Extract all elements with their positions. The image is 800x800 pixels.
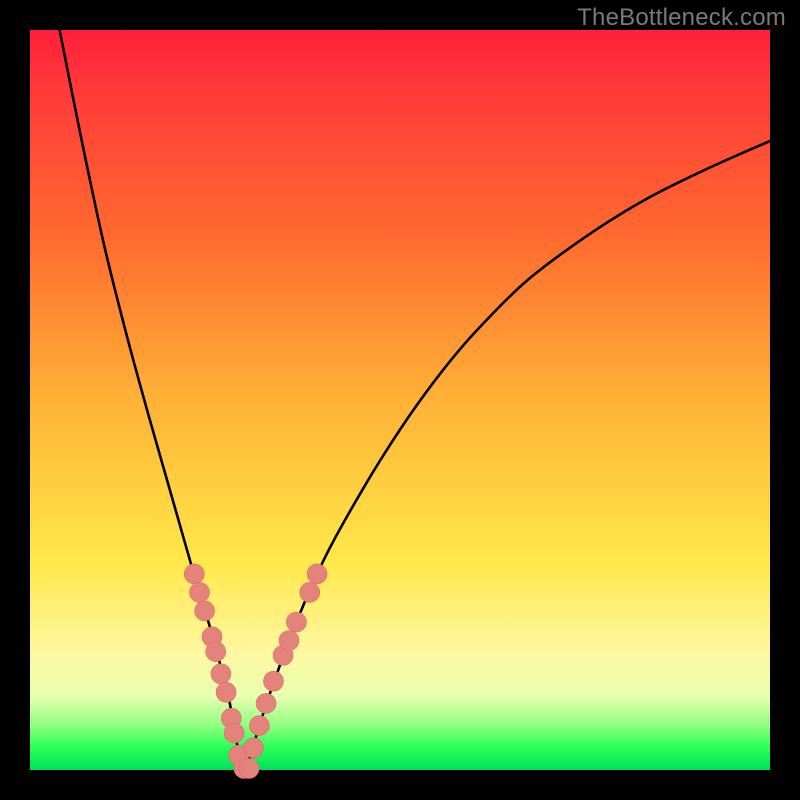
data-marker — [224, 723, 244, 743]
data-marker — [279, 631, 299, 651]
data-marker — [286, 612, 306, 632]
bottleneck-curve — [60, 30, 770, 770]
data-marker — [264, 671, 284, 691]
data-marker — [190, 582, 210, 602]
data-marker — [216, 682, 236, 702]
data-marker — [239, 759, 259, 779]
data-marker — [249, 716, 269, 736]
data-marker — [307, 564, 327, 584]
data-marker — [300, 582, 320, 602]
data-marker — [211, 664, 231, 684]
data-marker — [206, 642, 226, 662]
data-marker — [244, 738, 264, 758]
data-marker — [256, 693, 276, 713]
curve-layer — [30, 30, 770, 770]
chart-frame: TheBottleneck.com — [0, 0, 800, 800]
data-marker — [195, 601, 215, 621]
watermark-label: TheBottleneck.com — [577, 4, 786, 32]
plot-area — [30, 30, 770, 770]
data-marker — [184, 564, 204, 584]
data-markers — [184, 564, 327, 779]
